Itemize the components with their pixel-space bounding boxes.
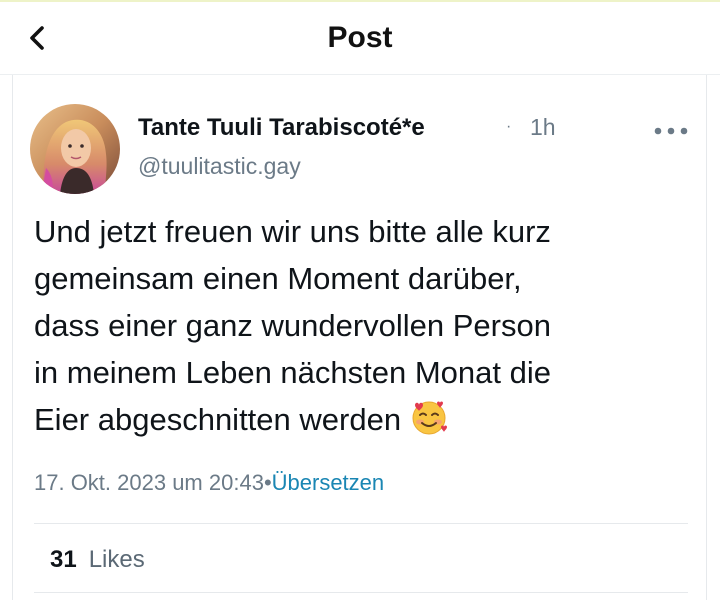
avatar[interactable] xyxy=(30,104,120,194)
post-text-line: gemeinsam einen Moment darüber, xyxy=(34,261,522,296)
likes-count: 31 xyxy=(50,546,77,573)
post-text-line: Und jetzt freuen wir uns bitte alle kurz xyxy=(34,214,551,249)
post-text-line: in meinem Leben nächsten Monat die xyxy=(34,355,551,390)
post-timestamp: 17. Okt. 2023 um 20:43 xyxy=(34,470,264,495)
relative-time: 1h xyxy=(530,114,556,140)
more-horizontal-icon xyxy=(654,127,688,135)
time-separator: · xyxy=(506,118,512,135)
translate-link[interactable]: Übersetzen xyxy=(272,470,385,495)
avatar-image xyxy=(30,104,120,194)
page-title: Post xyxy=(327,21,393,54)
header-bar: Post xyxy=(0,2,720,75)
more-options-button[interactable] xyxy=(650,118,692,144)
likes-link[interactable]: 31 Likes xyxy=(50,546,145,574)
divider xyxy=(34,592,688,593)
divider xyxy=(34,523,688,524)
thread-right-border xyxy=(706,75,707,600)
smiling-face-with-hearts-icon xyxy=(409,397,449,450)
chevron-left-icon xyxy=(30,26,44,50)
likes-label: Likes xyxy=(88,546,145,573)
post-text: Und jetzt freuen wir uns bitte alle kurz… xyxy=(34,208,684,450)
post-text-line: Eier abgeschnitten werden xyxy=(34,402,402,437)
post-meta: 17. Okt. 2023 um 20:43•Übersetzen xyxy=(34,470,384,496)
author-display-name[interactable]: Tante Tuuli Tarabiscoté*e xyxy=(138,114,425,142)
post-text-line-last: Eier abgeschnitten werden xyxy=(34,396,684,450)
author-handle[interactable]: @tuulitastic.gay xyxy=(138,153,301,180)
back-button[interactable] xyxy=(22,22,54,54)
meta-separator: • xyxy=(263,470,272,495)
post-text-line: dass einer ganz wundervollen Person xyxy=(34,308,551,343)
thread-left-border xyxy=(12,75,13,600)
